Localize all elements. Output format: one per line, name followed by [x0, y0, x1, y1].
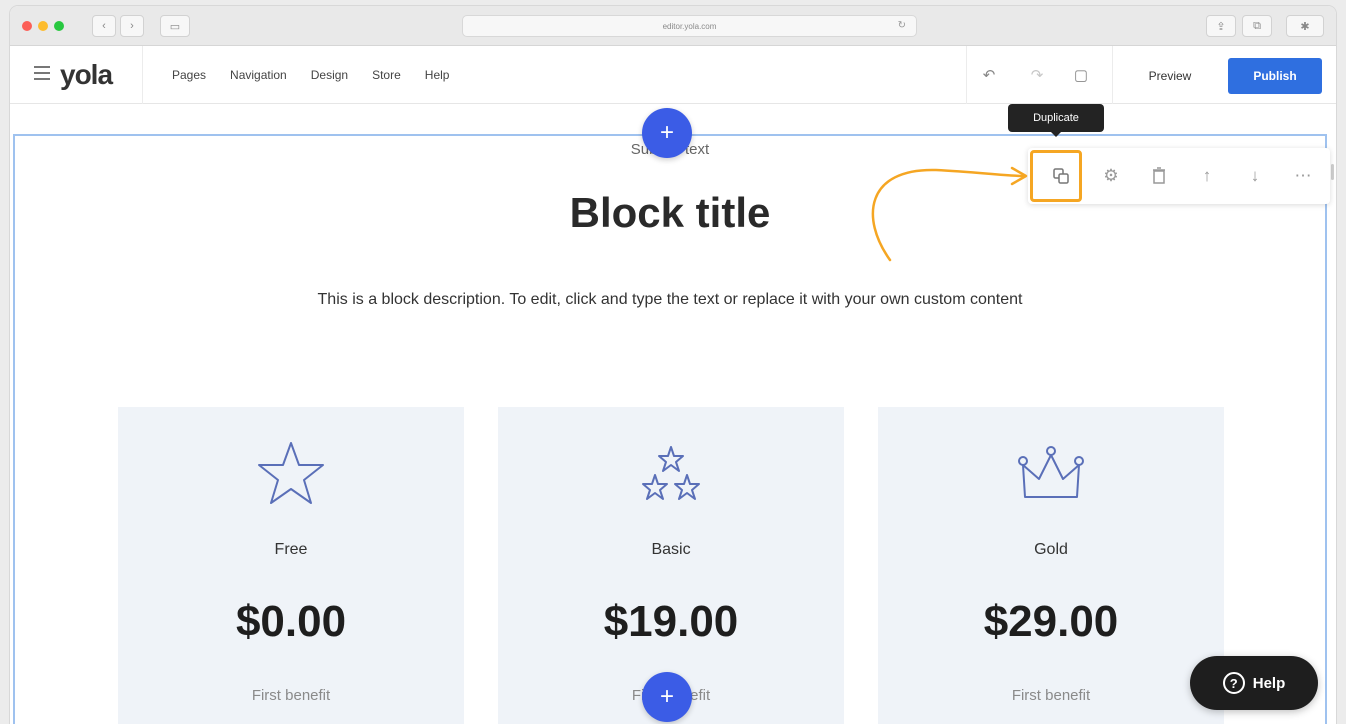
- chevron-left-icon: ‹: [102, 20, 106, 32]
- plan-name[interactable]: Gold: [878, 541, 1224, 559]
- publish-button[interactable]: Publish: [1228, 58, 1322, 94]
- nav-item-help[interactable]: Help: [425, 68, 450, 82]
- crown-icon: [1011, 435, 1091, 515]
- more-icon[interactable]: ⋯: [1288, 161, 1318, 191]
- add-block-button-bottom[interactable]: +: [642, 672, 692, 722]
- device-icon[interactable]: ▢: [1070, 64, 1092, 86]
- address-bar[interactable]: editor.yola.com ↻: [462, 15, 917, 37]
- annotation-arrow: [871, 166, 1028, 262]
- minimize-window-button[interactable]: [38, 21, 48, 31]
- sidebar-icon: ▭: [169, 20, 181, 33]
- nav-item-store[interactable]: Store: [372, 68, 401, 82]
- stars-icon: [631, 435, 711, 515]
- pricing-card-gold[interactable]: Gold $29.00 First benefit: [878, 407, 1224, 724]
- plan-benefit[interactable]: First benefit: [118, 687, 464, 704]
- preview-button[interactable]: Preview: [1130, 62, 1210, 90]
- pricing-card-free[interactable]: Free $0.00 First benefit: [118, 407, 464, 724]
- editor-canvas: Subtitle text + Block title This is a bl…: [10, 104, 1336, 724]
- chevron-right-icon: ›: [130, 20, 134, 32]
- help-icon: ?: [1222, 672, 1245, 694]
- redo-icon[interactable]: ↷: [1026, 64, 1048, 86]
- yola-logo[interactable]: yola: [60, 59, 113, 91]
- nav-item-navigation[interactable]: Navigation: [230, 68, 287, 82]
- star-icon: [251, 435, 331, 515]
- plan-benefit[interactable]: First benefit: [878, 687, 1224, 704]
- divider: [1112, 46, 1113, 104]
- divider: [142, 46, 143, 104]
- move-up-icon[interactable]: ↑: [1192, 161, 1222, 191]
- browser-chrome: ‹ › ▭ editor.yola.com ↻ ⇪ ⧉ ✱: [10, 6, 1336, 46]
- plan-price[interactable]: $0.00: [118, 597, 464, 647]
- url-text: editor.yola.com: [662, 21, 717, 31]
- close-window-button[interactable]: [22, 21, 32, 31]
- browser-window: ‹ › ▭ editor.yola.com ↻ ⇪ ⧉ ✱ yola Pages…: [10, 6, 1336, 724]
- nav-item-pages[interactable]: Pages: [172, 68, 206, 82]
- forward-button[interactable]: ›: [120, 15, 144, 37]
- add-block-button[interactable]: +: [642, 108, 692, 158]
- plus-icon: +: [659, 683, 674, 710]
- maximize-window-button[interactable]: [54, 21, 64, 31]
- divider: [966, 46, 967, 104]
- tooltip-arrow: [1051, 132, 1061, 137]
- block-title[interactable]: Block title: [410, 189, 930, 237]
- scroll-indicator[interactable]: [1331, 164, 1334, 180]
- extension-icon: ✱: [1300, 20, 1310, 33]
- duplicate-tooltip: Duplicate: [1008, 104, 1104, 132]
- editor-header: yola Pages Navigation Design Store Help …: [10, 46, 1336, 104]
- undo-icon[interactable]: ↶: [978, 64, 1000, 86]
- settings-icon[interactable]: ⚙: [1096, 161, 1126, 191]
- plan-price[interactable]: $19.00: [498, 597, 844, 647]
- tabs-icon: ⧉: [1253, 19, 1261, 32]
- help-widget-button[interactable]: ? Help: [1190, 656, 1318, 710]
- back-button[interactable]: ‹: [92, 15, 116, 37]
- menu-icon[interactable]: [34, 66, 50, 80]
- nav-item-design[interactable]: Design: [311, 68, 348, 82]
- move-down-icon[interactable]: ↓: [1240, 161, 1270, 191]
- share-icon: ⇪: [1216, 20, 1226, 33]
- duplicate-highlight: [1030, 150, 1082, 202]
- plus-icon: +: [659, 119, 674, 146]
- share-button[interactable]: ⇪: [1206, 15, 1236, 37]
- help-label: Help: [1252, 674, 1286, 692]
- extension-button[interactable]: ✱: [1286, 15, 1324, 37]
- delete-icon[interactable]: [1144, 161, 1174, 191]
- plan-name[interactable]: Free: [118, 541, 464, 559]
- reload-icon[interactable]: ↻: [898, 20, 906, 31]
- block-description[interactable]: This is a block description. To edit, cl…: [230, 282, 1110, 318]
- plan-name[interactable]: Basic: [498, 541, 844, 559]
- plan-price[interactable]: $29.00: [878, 597, 1224, 647]
- editor-nav: Pages Navigation Design Store Help: [172, 68, 449, 82]
- tabs-button[interactable]: ⧉: [1242, 15, 1272, 37]
- sidebar-toggle-button[interactable]: ▭: [160, 15, 190, 37]
